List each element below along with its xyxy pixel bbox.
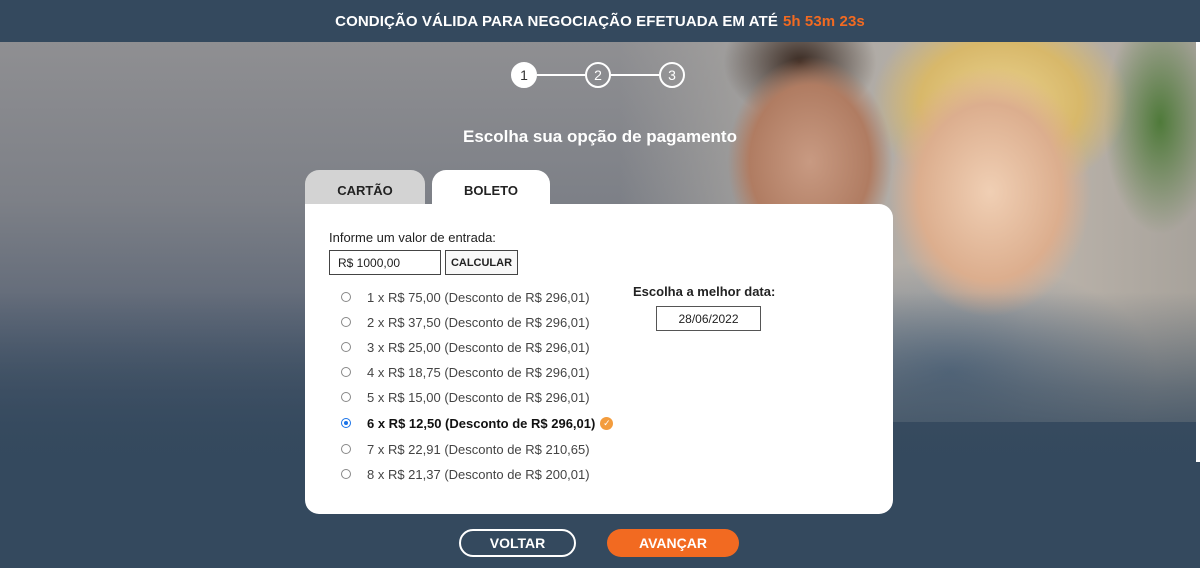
installment-option[interactable]: 4 x R$ 18,75 (Desconto de R$ 296,01) <box>341 362 641 382</box>
stepper-connector <box>537 74 585 76</box>
progress-stepper: 1 2 3 <box>511 62 686 88</box>
validity-banner-text: CONDIÇÃO VÁLIDA PARA NEGOCIAÇÃO EFETUADA… <box>335 12 778 30</box>
radio-button[interactable] <box>341 469 351 479</box>
installment-option-label: 1 x R$ 75,00 (Desconto de R$ 296,01) <box>367 289 590 305</box>
installment-option-selected[interactable]: 6 x R$ 12,50 (Desconto de R$ 296,01) ✓ <box>341 413 641 433</box>
installment-option[interactable]: 8 x R$ 21,37 (Desconto de R$ 200,01) <box>341 464 641 484</box>
installment-option[interactable]: 2 x R$ 37,50 (Desconto de R$ 296,01) <box>341 312 641 332</box>
installment-option-label: 5 x R$ 15,00 (Desconto de R$ 296,01) <box>367 389 590 405</box>
installment-option-label: 7 x R$ 22,91 (Desconto de R$ 210,65) <box>367 441 590 457</box>
installment-option[interactable]: 3 x R$ 25,00 (Desconto de R$ 296,01) <box>341 337 641 357</box>
due-date-field[interactable]: 28/06/2022 <box>656 306 761 331</box>
payment-panel: Informe um valor de entrada: R$ 1000,00 … <box>305 204 893 514</box>
radio-button-checked[interactable] <box>341 418 351 428</box>
step-1: 1 <box>511 62 537 88</box>
installment-option-label: 4 x R$ 18,75 (Desconto de R$ 296,01) <box>367 364 590 380</box>
back-button[interactable]: VOLTAR <box>459 529 576 557</box>
right-edge <box>1196 42 1200 462</box>
radio-button[interactable] <box>341 392 351 402</box>
countdown-timer: 5h 53m 23s <box>782 12 865 30</box>
radio-button[interactable] <box>341 292 351 302</box>
radio-button[interactable] <box>341 342 351 352</box>
installment-option-label: 8 x R$ 21,37 (Desconto de R$ 200,01) <box>367 466 590 482</box>
radio-button[interactable] <box>341 367 351 377</box>
date-label: Escolha a melhor data: <box>633 284 776 299</box>
installment-option[interactable]: 1 x R$ 75,00 (Desconto de R$ 296,01) <box>341 287 641 307</box>
step-2: 2 <box>585 62 611 88</box>
entry-label: Informe um valor de entrada: <box>329 230 496 245</box>
stepper-connector <box>611 74 659 76</box>
installment-option[interactable]: 5 x R$ 15,00 (Desconto de R$ 296,01) <box>341 387 641 407</box>
step-3: 3 <box>659 62 685 88</box>
radio-button[interactable] <box>341 444 351 454</box>
installment-option[interactable]: 7 x R$ 22,91 (Desconto de R$ 210,65) <box>341 439 641 459</box>
calculate-button[interactable]: CALCULAR <box>445 250 518 275</box>
installment-option-label: 2 x R$ 37,50 (Desconto de R$ 296,01) <box>367 314 590 330</box>
check-circle-icon: ✓ <box>600 416 614 430</box>
installment-option-label: 6 x R$ 12,50 (Desconto de R$ 296,01) <box>367 415 596 431</box>
radio-button[interactable] <box>341 317 351 327</box>
entry-value-input[interactable]: R$ 1000,00 <box>329 250 441 275</box>
validity-banner: CONDIÇÃO VÁLIDA PARA NEGOCIAÇÃO EFETUADA… <box>0 0 1200 42</box>
page-title: Escolha sua opção de pagamento <box>463 127 737 146</box>
next-button[interactable]: AVANÇAR <box>607 529 739 557</box>
installment-option-label: 3 x R$ 25,00 (Desconto de R$ 296,01) <box>367 339 590 355</box>
